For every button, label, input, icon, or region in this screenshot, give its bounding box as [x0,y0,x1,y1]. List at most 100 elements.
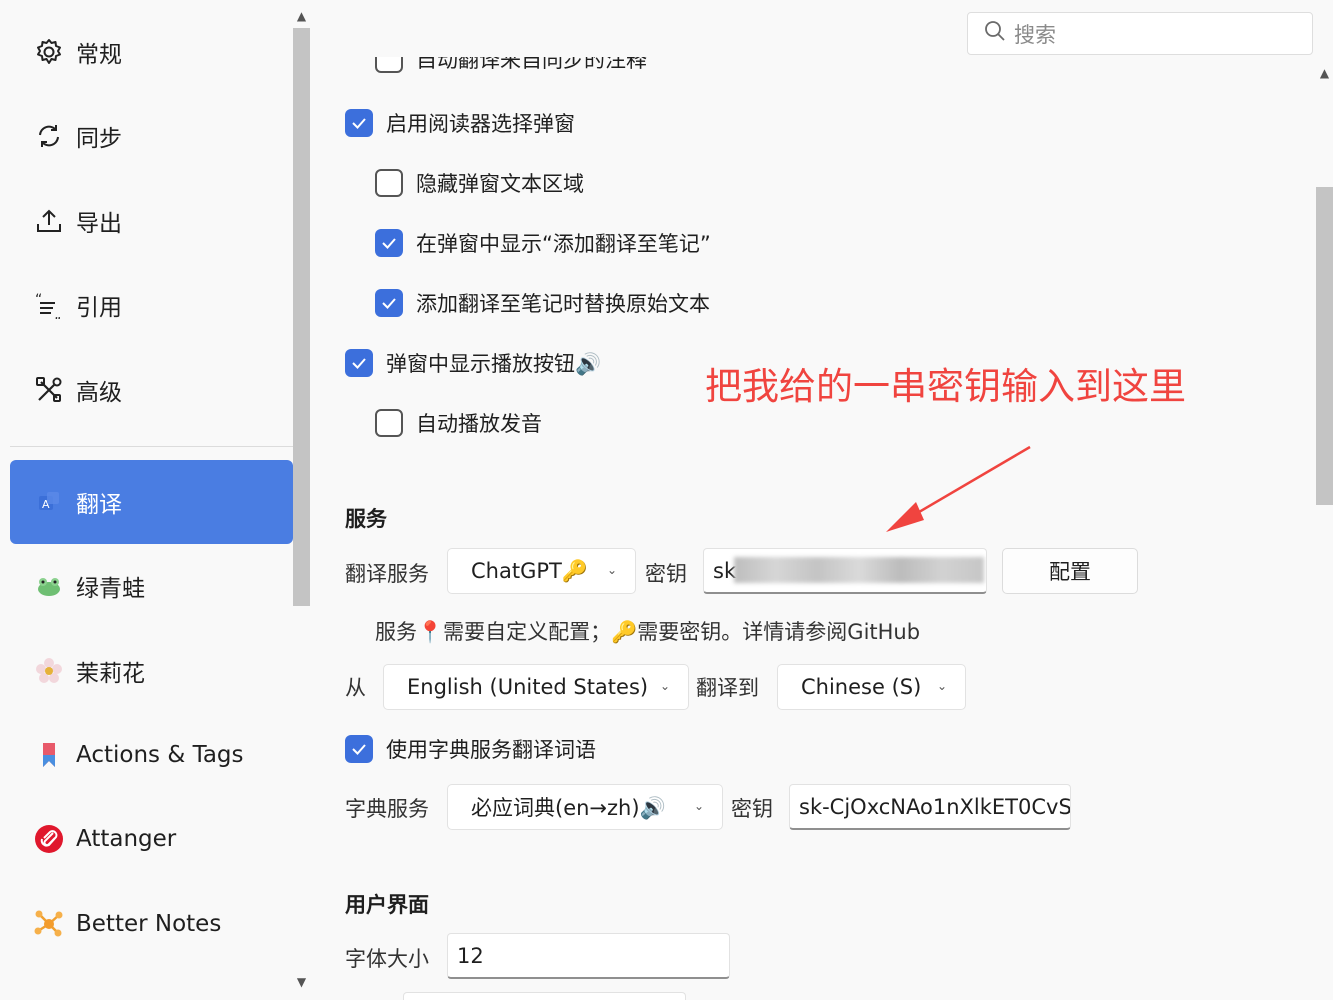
scroll-up-icon[interactable]: ▲ [293,6,310,26]
font-size-value: 12 [457,943,484,968]
dictionary-key-label: 密钥 [731,797,773,821]
sidebar-item-label: 同步 [76,126,122,152]
checkmark-icon [352,118,366,129]
checkbox[interactable] [375,169,403,197]
option-auto-translate-sync[interactable]: 自动翻译来自同步的注释 [375,57,647,74]
translate-service-label: 翻译服务 [345,562,429,586]
search-placeholder: 搜索 [1014,22,1056,47]
option-show-add-to-note[interactable]: 在弹窗中显示“添加翻译至笔记” [375,228,711,258]
section-title-service: 服务 [345,507,387,531]
annotation-text: 把我给的一串密钥输入到这里 [705,365,1186,408]
api-key-input[interactable]: sk [703,548,987,594]
checkmark-icon [352,358,366,369]
sidebar-scrollbar[interactable]: ▲ ▼ [293,0,310,1000]
sidebar-divider [10,446,293,447]
sidebar: 常规 同步 导出 “„ 引用 高级 A 翻译 绿青蛙 茉莉花 Actions &… [0,0,310,1000]
main-scroll-thumb[interactable] [1316,187,1333,505]
checkbox-checked[interactable] [345,735,373,763]
option-replace-original[interactable]: 添加翻译至笔记时替换原始文本 [375,288,710,318]
dictionary-service-select[interactable]: 必应词典(en→zh)🔊 ⌄ [447,784,723,830]
sidebar-item-label: Better Notes [76,911,222,937]
sidebar-item-label: 茉莉花 [76,661,145,687]
select-value: 必应词典(en→zh)🔊 [471,796,666,820]
checkmark-icon [382,298,396,309]
sidebar-item-export[interactable]: 导出 [10,179,293,263]
option-label: 隐藏弹窗文本区域 [416,172,584,196]
option-label: 弹窗中显示播放按钮🔊 [386,352,602,376]
to-language-label: 翻译到 [696,676,759,700]
checkbox[interactable] [375,409,403,437]
paperclip-icon [34,824,64,854]
checkbox[interactable] [375,57,403,73]
option-label: 在弹窗中显示“添加翻译至笔记” [416,232,711,256]
sidebar-scroll-thumb[interactable] [293,28,310,606]
next-input-partial[interactable] [403,992,686,1000]
sidebar-item-advanced[interactable]: 高级 [10,348,293,432]
svg-text:“: “ [35,292,42,308]
svg-text:„: „ [54,307,61,319]
sidebar-item-label: 绿青蛙 [76,576,145,602]
sidebar-item-label: 常规 [76,42,122,68]
tools-icon [34,375,64,405]
sidebar-item-cite[interactable]: “„ 引用 [10,263,293,347]
settings-panel: 搜索 自动翻译来自同步的注释 启用阅读器选择弹窗 隐藏弹窗文本区域 在弹窗中显示… [310,0,1316,1000]
option-autoplay[interactable]: 自动播放发音 [375,408,542,438]
option-use-dictionary[interactable]: 使用字典服务翻译词语 [345,734,596,764]
translate-icon: A [34,487,64,517]
option-label: 启用阅读器选择弹窗 [386,112,575,136]
sidebar-item-jasmine[interactable]: 茉莉花 [10,629,293,713]
dictionary-service-label: 字典服务 [345,797,429,821]
dictionary-key-input[interactable]: sk-CjOxcNAo1nXlkET0CvSS [789,784,1071,830]
dictionary-key-value: sk-CjOxcNAo1nXlkET0CvSS [799,794,1071,819]
option-hide-popup-text[interactable]: 隐藏弹窗文本区域 [375,168,584,198]
main-scrollbar[interactable]: ▲ [1316,60,1333,1000]
sidebar-item-label: 引用 [76,295,122,321]
redacted-key [734,557,984,583]
annotation-arrow-icon [886,445,1031,532]
checkbox-checked[interactable] [375,229,403,257]
translate-service-select[interactable]: ChatGPT🔑 ⌄ [447,548,636,594]
export-icon [34,206,64,236]
sidebar-item-actions-tags[interactable]: Actions & Tags [10,713,293,797]
search-icon [984,20,1006,47]
sidebar-item-translate[interactable]: A 翻译 [10,460,293,544]
select-value: Chinese (S) [801,675,922,699]
sidebar-item-general[interactable]: 常规 [10,10,293,94]
option-label: 自动播放发音 [416,412,542,436]
checkmark-icon [352,744,366,755]
to-language-select[interactable]: Chinese (S) ⌄ [777,664,966,710]
scroll-down-icon[interactable]: ▼ [293,972,310,992]
api-key-label: 密钥 [645,562,687,586]
checkbox-checked[interactable] [345,109,373,137]
chevron-down-icon: ⌄ [659,679,670,693]
frog-icon [34,571,64,601]
chevron-down-icon: ⌄ [606,563,617,577]
gear-icon [34,37,64,67]
from-language-select[interactable]: English (United States) ⌄ [383,664,689,710]
sidebar-item-frog[interactable]: 绿青蛙 [10,544,293,628]
font-size-input[interactable]: 12 [447,933,730,979]
option-enable-reader-popup[interactable]: 启用阅读器选择弹窗 [345,108,575,138]
checkmark-icon [382,238,396,249]
bookmark-icon [34,740,64,770]
chevron-down-icon: ⌄ [693,799,704,813]
select-value: ChatGPT🔑 [471,558,588,583]
checkbox-checked[interactable] [375,289,403,317]
checkbox-checked[interactable] [345,349,373,377]
chevron-down-icon: ⌄ [936,679,947,693]
sidebar-item-label: Attanger [76,826,177,852]
option-show-play-button[interactable]: 弹窗中显示播放按钮🔊 [345,348,601,378]
sync-icon [34,121,64,151]
search-input[interactable]: 搜索 [967,12,1313,55]
sidebar-item-attanger[interactable]: Attanger [10,797,293,881]
sidebar-item-better-notes[interactable]: Better Notes [10,882,293,966]
select-value: English (United States) [407,675,649,699]
cite-icon: “„ [34,290,64,320]
config-button[interactable]: 配置 [1002,548,1138,594]
sidebar-item-label: Actions & Tags [76,742,244,768]
api-key-value: sk [713,558,737,583]
sidebar-item-sync[interactable]: 同步 [10,94,293,178]
section-title-ui: 用户界面 [345,893,429,917]
scroll-up-icon[interactable]: ▲ [1316,66,1333,80]
from-language-label: 从 [345,676,366,700]
